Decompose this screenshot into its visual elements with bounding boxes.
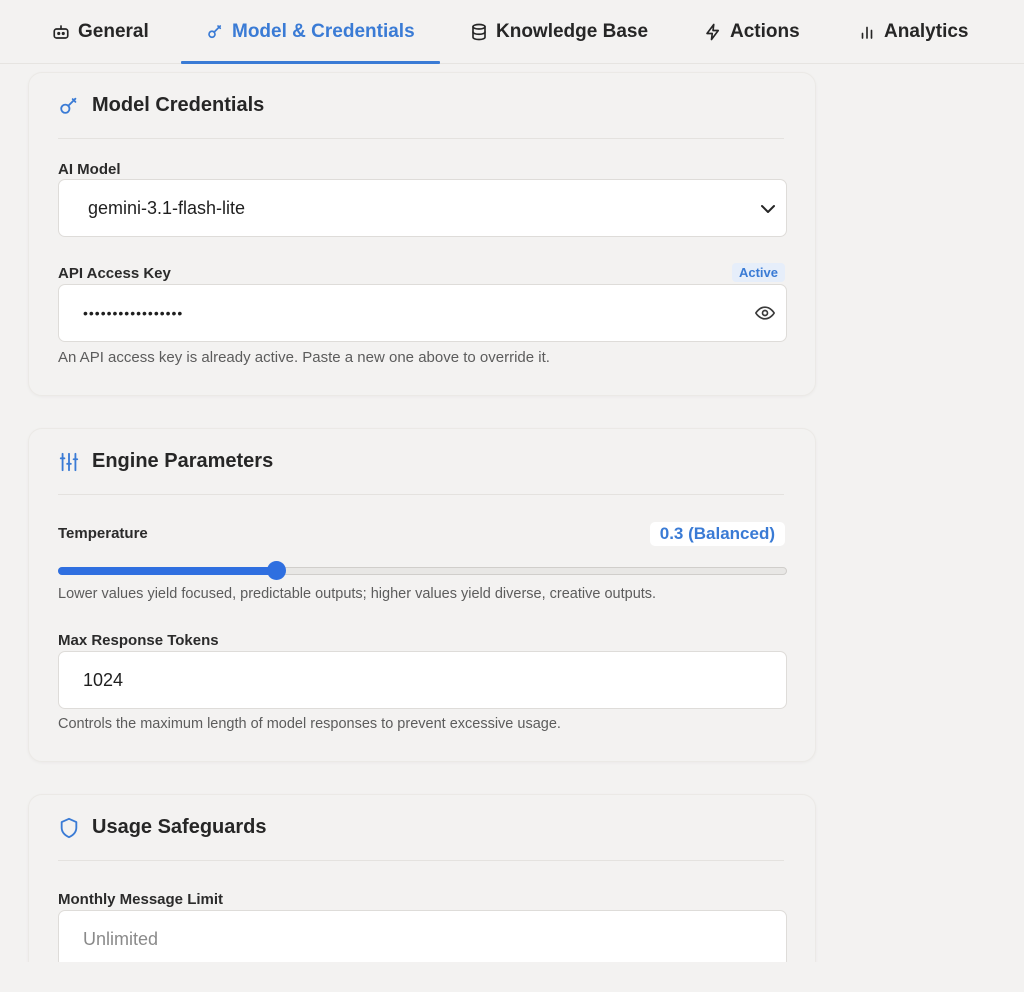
tab-actions-label: Actions bbox=[730, 21, 800, 42]
api-key-label: API Access Key bbox=[58, 265, 171, 282]
model-credentials-title: Model Credentials bbox=[92, 94, 265, 116]
model-credentials-header: Model Credentials bbox=[58, 73, 784, 139]
api-key-status-badge: Active bbox=[731, 263, 785, 282]
monthly-limit-input[interactable]: Unlimited bbox=[58, 910, 787, 968]
tab-actions[interactable]: Actions bbox=[704, 0, 800, 64]
key-icon bbox=[208, 25, 222, 39]
temperature-value-display: 0.3 (Balanced) bbox=[649, 522, 785, 546]
tab-general-label: General bbox=[78, 21, 149, 42]
bot-icon bbox=[53, 25, 69, 39]
tab-knowledge-base-label: Knowledge Base bbox=[496, 21, 649, 42]
chevron-down-icon bbox=[761, 205, 775, 213]
temperature-slider-fill bbox=[58, 567, 277, 575]
tab-knowledge-base[interactable]: Knowledge Base bbox=[470, 0, 648, 64]
bar-chart-icon bbox=[861, 26, 873, 39]
max-tokens-label: Max Response Tokens bbox=[58, 632, 219, 649]
engine-parameters-header: Engine Parameters bbox=[58, 429, 784, 495]
api-key-input[interactable]: ••••••••••••••••• bbox=[58, 284, 787, 342]
ai-model-select[interactable]: gemini-3.1-flash-lite bbox=[58, 179, 787, 237]
shield-icon bbox=[60, 817, 78, 838]
sliders-icon bbox=[59, 452, 79, 471]
bottom-edge bbox=[0, 962, 1024, 992]
ai-model-label: AI Model bbox=[58, 161, 121, 178]
key-icon bbox=[60, 97, 77, 114]
max-tokens-hint: Controls the maximum length of model res… bbox=[58, 716, 561, 732]
max-tokens-value: 1024 bbox=[83, 669, 124, 690]
temperature-label: Temperature bbox=[58, 525, 148, 542]
engine-parameters-title: Engine Parameters bbox=[92, 450, 274, 472]
tab-general[interactable]: General bbox=[52, 0, 149, 64]
engine-parameters-card: Engine Parameters Temperature 0.3 (Balan… bbox=[28, 428, 816, 762]
max-tokens-input[interactable]: 1024 bbox=[58, 651, 787, 709]
monthly-limit-placeholder: Unlimited bbox=[83, 928, 159, 949]
tab-analytics[interactable]: Analytics bbox=[858, 0, 968, 64]
usage-safeguards-title: Usage Safeguards bbox=[92, 816, 267, 838]
api-key-hint: An API access key is already active. Pas… bbox=[58, 349, 550, 366]
ai-model-value: gemini-3.1-flash-lite bbox=[88, 197, 246, 218]
tab-model-credentials-label: Model & Credentials bbox=[232, 21, 415, 42]
settings-tab-bar: General Model & Credentials Knowledge Ba… bbox=[0, 0, 1024, 64]
temperature-hint: Lower values yield focused, predictable … bbox=[58, 586, 657, 602]
model-credentials-card: Model Credentials AI Model gemini-3.1-fl… bbox=[28, 72, 816, 396]
temperature-slider-thumb[interactable] bbox=[267, 561, 286, 580]
database-icon bbox=[472, 23, 486, 41]
tab-model-credentials[interactable]: Model & Credentials bbox=[181, 0, 440, 64]
monthly-limit-label: Monthly Message Limit bbox=[58, 891, 224, 908]
eye-icon[interactable] bbox=[755, 305, 775, 321]
tab-analytics-label: Analytics bbox=[884, 21, 969, 42]
api-key-value: ••••••••••••••••• bbox=[83, 305, 184, 321]
lightning-icon bbox=[706, 23, 720, 41]
usage-safeguards-header: Usage Safeguards bbox=[58, 795, 784, 861]
